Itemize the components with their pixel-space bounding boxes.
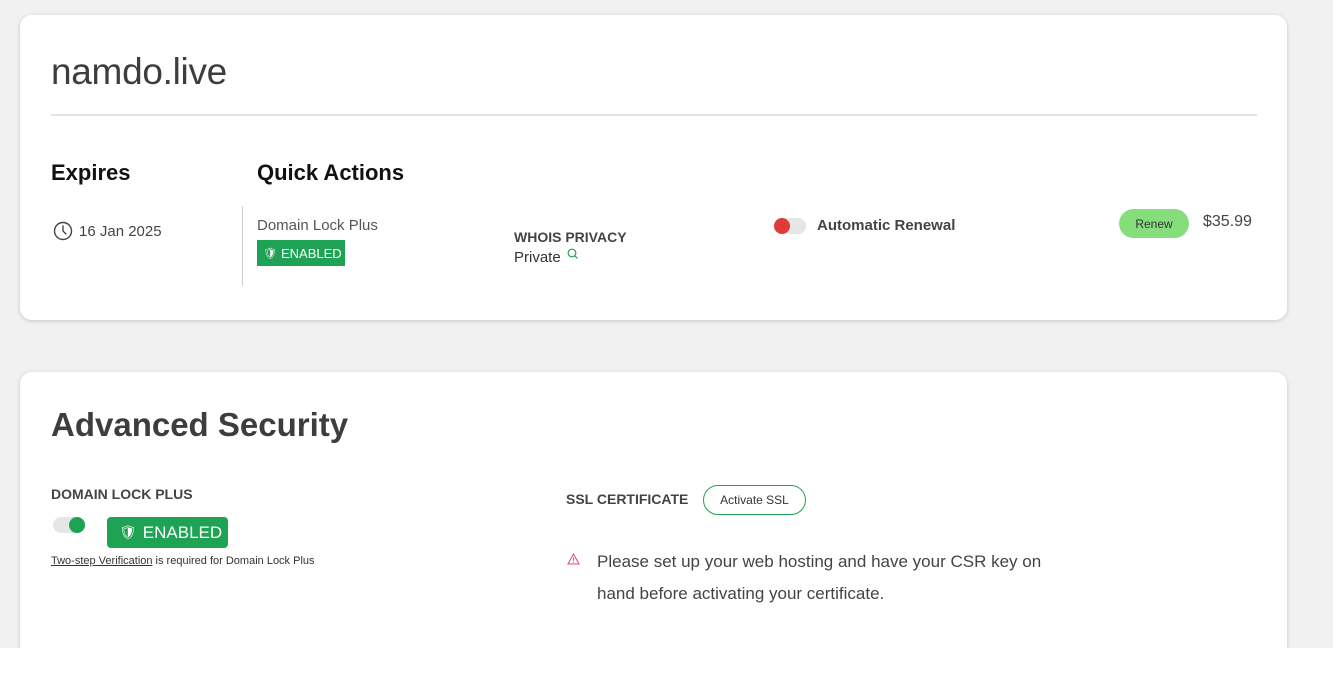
domain-lock-enabled-text: ENABLED <box>142 522 223 542</box>
warning-icon <box>567 552 580 568</box>
renewal-price: $35.99 <box>1203 213 1252 230</box>
whois-privacy-value: Private <box>514 248 578 266</box>
activate-ssl-button[interactable]: Activate SSL <box>703 485 806 515</box>
domain-lock-toggle[interactable] <box>53 517 85 533</box>
domain-lock-plus-heading: DOMAIN LOCK PLUS <box>51 486 193 502</box>
two-step-note-text: is required for Domain Lock Plus <box>152 555 315 567</box>
clock-icon <box>53 221 73 241</box>
renew-button[interactable]: Renew <box>1119 209 1189 238</box>
toggle-knob <box>69 517 85 533</box>
advanced-security-title: Advanced Security <box>51 406 349 443</box>
domain-lock-label: Domain Lock Plus <box>257 217 378 234</box>
two-step-verification-link[interactable]: Two-step Verification <box>51 555 153 567</box>
whois-privacy-label: WHOIS PRIVACY <box>514 229 627 245</box>
domain-lock-status-badge[interactable]: 🛡︎ ENABLED <box>257 240 345 266</box>
domain-overview-card: namdo.live Expires Quick Actions 16 Jan … <box>20 15 1287 320</box>
domain-lock-enabled-badge: 🛡︎ ENABLED <box>107 517 228 548</box>
expires-heading: Expires <box>51 160 131 185</box>
ssl-certificate-heading: SSL CERTIFICATE <box>566 491 689 507</box>
auto-renewal-toggle[interactable] <box>774 218 806 234</box>
advanced-security-card: Advanced Security DOMAIN LOCK PLUS 🛡︎ EN… <box>20 372 1287 672</box>
page-bottom-area <box>0 648 1333 683</box>
ssl-warning-text: Please set up your web hosting and have … <box>597 552 1042 603</box>
domain-lock-status-text: ENABLED <box>280 245 342 261</box>
whois-privacy-value-text: Private <box>514 249 561 266</box>
toggle-knob <box>774 218 790 234</box>
quick-actions-heading: Quick Actions <box>257 160 405 185</box>
shield-icon: 🛡︎ <box>119 524 137 540</box>
vertical-divider <box>242 206 243 286</box>
domain-title: namdo.live <box>51 51 227 92</box>
divider <box>51 114 1257 116</box>
two-step-note: Two-step Verification is required for Do… <box>51 555 315 567</box>
auto-renewal-label: Automatic Renewal <box>817 217 956 234</box>
shield-icon: 🛡︎ <box>263 247 277 260</box>
expiry-date-text: 16 Jan 2025 <box>79 222 162 240</box>
magnifier-icon[interactable] <box>567 248 578 262</box>
expiry-date: 16 Jan 2025 <box>53 221 162 241</box>
